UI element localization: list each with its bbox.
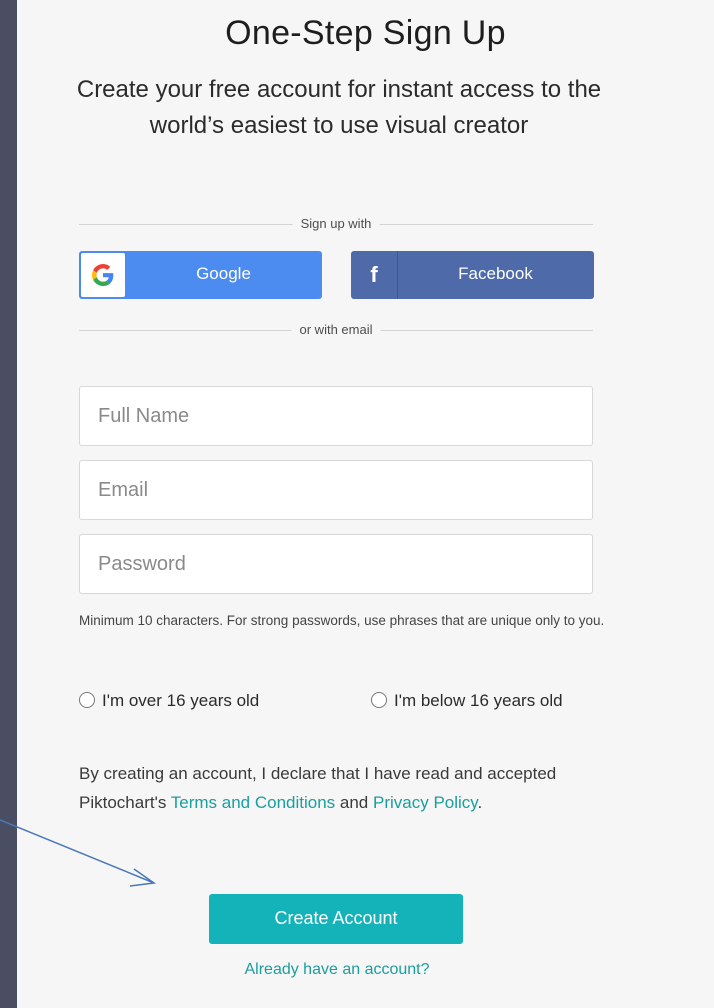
google-g-icon (81, 253, 125, 297)
password-hint: Minimum 10 characters. For strong passwo… (79, 613, 605, 628)
signup-with-divider: Sign up with (79, 214, 593, 234)
radio-button[interactable] (79, 692, 95, 708)
page-subtitle: Create your free account for instant acc… (76, 76, 602, 139)
divider-label: Sign up with (292, 216, 380, 231)
radio-button[interactable] (371, 692, 387, 708)
age-over-16-label: I'm over 16 years old (102, 691, 260, 710)
full-name-input[interactable] (79, 386, 593, 446)
legal-and: and (335, 792, 373, 812)
create-account-button[interactable]: Create Account (209, 894, 463, 944)
facebook-signup-button[interactable]: f Facebook (351, 251, 594, 299)
legal-suffix: . (477, 792, 483, 812)
google-button-label: Google (196, 264, 251, 283)
legal-notice: By creating an account, I declare that I… (79, 760, 599, 817)
email-input[interactable] (79, 460, 593, 520)
privacy-policy-link[interactable]: Privacy Policy (373, 793, 478, 812)
divider-label: or with email (291, 322, 381, 337)
signup-panel: One-Step Sign Up Create your free accoun… (17, 0, 714, 1008)
age-below-16-option[interactable]: I'm below 16 years old (371, 691, 563, 717)
password-input[interactable] (79, 534, 593, 594)
facebook-button-label: Facebook (458, 264, 533, 283)
google-signup-button[interactable]: Google (79, 251, 322, 299)
email-divider: or with email (79, 320, 593, 340)
facebook-f-icon: f (351, 251, 398, 299)
terms-link[interactable]: Terms and Conditions (171, 793, 335, 812)
page-title: One-Step Sign Up (225, 14, 506, 52)
age-over-16-option[interactable]: I'm over 16 years old (79, 691, 259, 717)
age-below-16-label: I'm below 16 years old (394, 691, 563, 710)
already-have-account-link[interactable]: Already have an account? (17, 961, 657, 979)
